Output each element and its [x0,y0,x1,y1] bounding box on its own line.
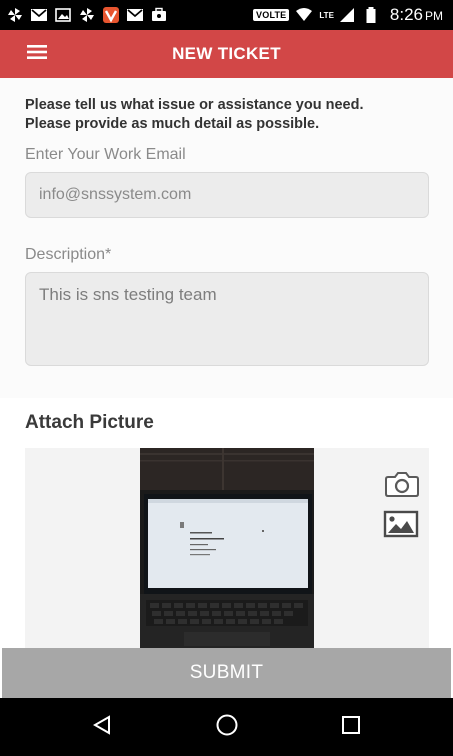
attach-panel [25,448,429,648]
briefcase-icon [150,6,168,24]
navigation-bar [0,698,453,756]
notification-icons [6,6,168,24]
description-label: Description* [25,246,112,263]
pinwheel-icon [6,6,24,24]
clock-time: 8:26 [389,5,423,24]
recents-icon [340,714,362,741]
intro-line-1: Please tell us what issue or assistance … [25,97,364,113]
clock-ampm: PM [425,9,443,23]
gallery-button[interactable] [383,510,419,542]
lte-label: LTE [319,10,334,20]
gmail-icon [30,6,48,24]
recents-button[interactable] [336,712,366,742]
status-bar: VOLTE LTE 8:26 PM [0,0,453,30]
form-card: Please tell us what issue or assistance … [0,78,453,398]
vidmate-icon [102,6,120,24]
home-button[interactable] [212,712,242,742]
back-button[interactable] [87,712,117,742]
system-icons: VOLTE LTE 8:26 PM [253,5,443,25]
description-field[interactable]: This is sns testing team [25,272,429,366]
submit-button[interactable]: SUBMIT [2,648,451,698]
camera-button[interactable] [384,470,420,502]
wifi-icon [295,6,313,24]
gallery-icon [383,510,419,543]
email-label: Enter Your Work Email [25,146,186,163]
attached-photo[interactable] [140,448,314,648]
image-icon [54,6,72,24]
battery-icon [362,6,380,24]
screen: VOLTE LTE 8:26 PM NEW TICKET Please tell… [0,0,453,756]
volte-badge: VOLTE [253,9,290,21]
form-intro: Please tell us what issue or assistance … [25,96,425,134]
ticket-form: Please tell us what issue or assistance … [0,78,453,648]
back-icon [91,714,113,741]
app-bar: NEW TICKET [0,30,453,78]
signal-icon [338,6,356,24]
intro-line-2: Please provide as much detail as possibl… [25,116,320,132]
gmail-icon [126,6,144,24]
attach-picture-heading: Attach Picture [25,412,154,433]
camera-icon [384,470,420,503]
email-field[interactable]: info@snssystem.com [25,172,429,218]
pinwheel-icon [78,6,96,24]
home-icon [215,713,239,742]
page-title: NEW TICKET [172,44,281,63]
clock: 8:26 PM [390,5,443,25]
